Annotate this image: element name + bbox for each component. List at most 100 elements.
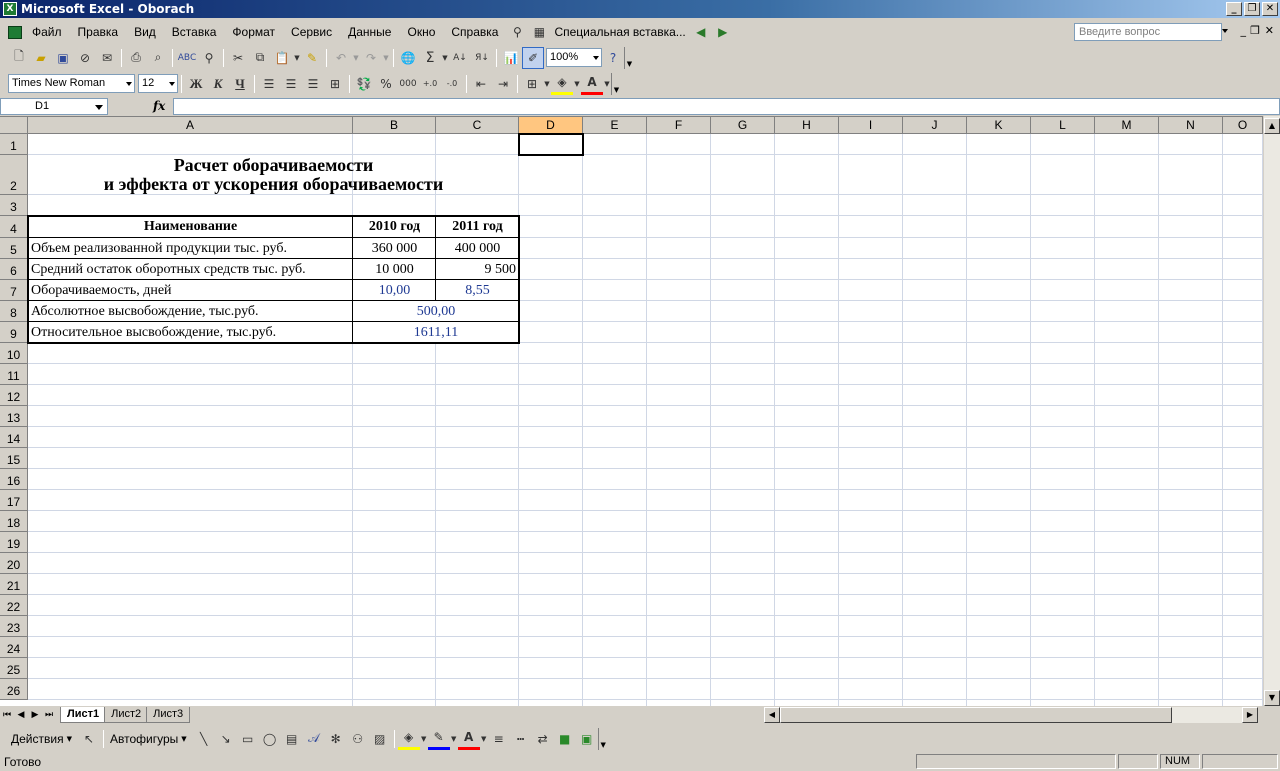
tab-sheet2[interactable]: Лист2 (104, 707, 149, 723)
line-color-dropdown-icon[interactable]: ▼ (450, 728, 458, 750)
row-header[interactable]: 1 (0, 134, 28, 155)
name-box-dropdown-icon[interactable] (95, 104, 103, 110)
print-preview-icon[interactable]: ⌕ (147, 47, 169, 69)
menu-file[interactable]: Файл (24, 25, 70, 39)
row-header[interactable]: 15 (0, 448, 28, 469)
row-header[interactable]: 5 (0, 238, 28, 259)
undo-dropdown-icon[interactable]: ▼ (352, 47, 360, 69)
menu-view[interactable]: Вид (126, 25, 164, 39)
bold-button[interactable]: Ж (185, 73, 207, 95)
column-header[interactable]: D (519, 117, 583, 134)
function-icon[interactable]: fx (153, 99, 165, 113)
percent-button[interactable]: % (375, 73, 397, 95)
row-header[interactable]: 11 (0, 364, 28, 385)
column-header[interactable]: F (647, 117, 711, 134)
arrow-icon[interactable]: ↘ (215, 728, 237, 750)
toolbar-options-icon[interactable]: ▼ (597, 727, 608, 750)
binoculars-icon[interactable]: ⚲ (506, 21, 528, 43)
rectangle-icon[interactable]: ▭ (237, 728, 259, 750)
dash-style-icon[interactable]: ┅ (510, 728, 532, 750)
row-header[interactable]: 9 (0, 322, 28, 343)
decrease-decimal-icon[interactable]: -.0 (441, 73, 463, 95)
selected-cell-d1[interactable] (518, 133, 584, 156)
align-left-icon[interactable]: ☰ (258, 73, 280, 95)
horizontal-scrollbar[interactable]: ◀ ▶ (764, 707, 1258, 723)
open-icon[interactable]: ▰ (30, 47, 52, 69)
select-objects-icon[interactable]: ↖ (78, 728, 100, 750)
font-color-dropdown-icon[interactable]: ▼ (603, 73, 611, 95)
row-header[interactable]: 24 (0, 637, 28, 658)
fill-color-icon[interactable]: ◈ (551, 73, 573, 95)
arrow-style-icon[interactable]: ⇄ (532, 728, 554, 750)
fill-color-icon[interactable]: ◈ (397, 728, 420, 750)
row-header[interactable]: 12 (0, 385, 28, 406)
worksheet-grid[interactable]: A B C D E F G H I J K L M N O 1 2 3 4 5 6 7 8 9 10 11 12 13 14 15 16 17… (0, 116, 1280, 706)
row-header[interactable]: 19 (0, 532, 28, 553)
autosum-dropdown-icon[interactable]: ▼ (441, 47, 449, 69)
doc-minimize-icon[interactable]: _ (1241, 24, 1247, 37)
autoshapes-menu[interactable]: Автофигуры (107, 732, 181, 746)
font-select[interactable]: Times New Roman (8, 74, 135, 93)
column-header[interactable]: C (436, 117, 519, 134)
fill-dropdown-icon[interactable]: ▼ (420, 728, 428, 750)
help-search-input[interactable]: Введите вопрос (1074, 23, 1222, 41)
row-header[interactable]: 17 (0, 490, 28, 511)
underline-button[interactable]: Ч (229, 73, 251, 95)
research-icon[interactable]: ⚲ (198, 47, 220, 69)
last-sheet-icon[interactable]: ⏭ (42, 710, 56, 720)
row-header[interactable]: 14 (0, 427, 28, 448)
help-dropdown-icon[interactable] (1222, 29, 1228, 33)
row-header[interactable]: 22 (0, 595, 28, 616)
drawing-icon[interactable]: ✐ (522, 46, 544, 69)
increase-indent-icon[interactable]: ⇥ (492, 73, 514, 95)
chart-wizard-icon[interactable]: 📊 (500, 47, 522, 69)
paste-special-button[interactable]: Специальная вставка... (550, 25, 689, 39)
picture-icon[interactable]: ▨ (369, 728, 391, 750)
tab-sheet3[interactable]: Лист3 (146, 707, 191, 723)
scroll-left-button[interactable]: ◀ (764, 707, 780, 723)
decrease-indent-icon[interactable]: ⇤ (470, 73, 492, 95)
doc-restore-icon[interactable]: ❐ (1250, 24, 1260, 37)
clipart-icon[interactable]: ⚇ (347, 728, 369, 750)
row-header[interactable]: 25 (0, 658, 28, 679)
increase-decimal-icon[interactable]: +.0 (419, 73, 441, 95)
row-header[interactable]: 20 (0, 553, 28, 574)
close-button[interactable]: ✕ (1262, 2, 1278, 16)
textbox-icon[interactable]: ▤ (281, 728, 303, 750)
workbook-icon[interactable] (6, 21, 24, 43)
menu-tools[interactable]: Сервис (283, 25, 340, 39)
scroll-right-button[interactable]: ▶ (1242, 707, 1258, 723)
copy-icon[interactable]: ⧉ (249, 47, 271, 69)
oval-icon[interactable]: ◯ (259, 728, 281, 750)
row-header[interactable]: 18 (0, 511, 28, 532)
forward-arrow-icon[interactable]: ▶ (712, 21, 734, 43)
sort-ascending-icon[interactable]: A↓ (449, 47, 471, 69)
scroll-track[interactable] (1264, 134, 1280, 658)
doc-close-icon[interactable]: ✕ (1265, 24, 1274, 37)
column-header[interactable]: H (775, 117, 839, 134)
row-header[interactable]: 3 (0, 195, 28, 216)
tab-sheet1[interactable]: Лист1 (60, 707, 107, 723)
scroll-thumb[interactable] (780, 707, 1172, 723)
italic-button[interactable]: К (207, 73, 229, 95)
formula-input[interactable] (173, 97, 1280, 115)
toolbar-options-icon[interactable]: ▼ (624, 46, 634, 69)
zoom-select[interactable]: 100% (546, 48, 602, 67)
sort-descending-icon[interactable]: Я↓ (471, 47, 493, 69)
row-header[interactable]: 13 (0, 406, 28, 427)
row-header[interactable]: 23 (0, 616, 28, 637)
align-center-icon[interactable]: ☰ (280, 73, 302, 95)
column-header[interactable]: L (1031, 117, 1095, 134)
row-header[interactable]: 8 (0, 301, 28, 322)
3d-icon[interactable]: ▣ (576, 728, 598, 750)
menu-edit[interactable]: Правка (70, 25, 127, 39)
scroll-up-button[interactable]: ▲ (1264, 118, 1280, 134)
column-header[interactable]: M (1095, 117, 1159, 134)
minimize-button[interactable]: _ (1226, 2, 1242, 16)
column-header[interactable]: J (903, 117, 967, 134)
font-color-icon[interactable]: A (581, 73, 603, 95)
scroll-track[interactable] (1172, 707, 1242, 723)
font-color-icon[interactable]: A (457, 728, 480, 750)
menu-format[interactable]: Формат (224, 25, 283, 39)
autosum-icon[interactable]: Σ (419, 47, 441, 69)
